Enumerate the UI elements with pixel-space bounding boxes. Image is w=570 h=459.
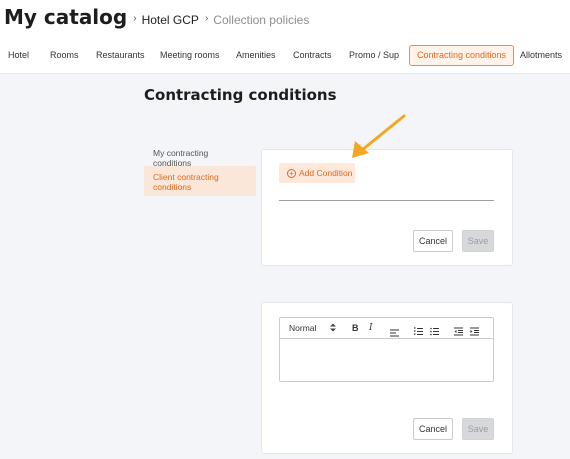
chevron-right-icon: › xyxy=(133,13,137,24)
breadcrumb: My catalog › Hotel GCP › Collection poli… xyxy=(4,5,309,29)
breadcrumb-hotel-link[interactable]: Hotel GCP xyxy=(142,13,199,27)
tab-promo-sup[interactable]: Promo / Sup xyxy=(349,45,399,66)
save-button[interactable]: Save xyxy=(462,230,494,252)
breadcrumb-current: Collection policies xyxy=(213,13,310,27)
tab-meeting-rooms[interactable]: Meeting rooms xyxy=(160,45,220,66)
page-title: Contracting conditions xyxy=(144,86,337,104)
indent-icon[interactable] xyxy=(470,323,479,343)
plus-circle-icon: + xyxy=(287,168,296,178)
cancel-button[interactable]: Cancel xyxy=(413,230,453,252)
catalog-title: My catalog xyxy=(4,5,128,29)
chevron-right-icon: › xyxy=(204,13,209,24)
tab-amenities[interactable]: Amenities xyxy=(236,45,276,66)
sidebar-item-my-contracting-conditions[interactable]: My contracting conditions xyxy=(144,148,256,168)
align-left-icon[interactable] xyxy=(390,324,399,344)
editor-text-area[interactable] xyxy=(280,339,493,382)
bullet-list-icon[interactable] xyxy=(430,323,439,343)
format-select[interactable]: Normal xyxy=(289,318,316,338)
bold-button[interactable]: B xyxy=(352,318,359,338)
editor-cancel-button[interactable]: Cancel xyxy=(413,418,453,440)
select-arrows-icon xyxy=(330,323,336,332)
tab-contracting-conditions[interactable]: Contracting conditions xyxy=(409,45,515,66)
sidebar-item-client-contracting-conditions[interactable]: Client contracting conditions xyxy=(144,166,256,196)
tab-hotel[interactable]: Hotel xyxy=(8,45,29,66)
tab-restaurants[interactable]: Restaurants xyxy=(96,45,145,66)
rich-text-editor: Normal B I xyxy=(279,317,494,382)
tab-bar: Hotel Rooms Restaurants Meeting rooms Am… xyxy=(0,45,570,67)
ordered-list-icon[interactable] xyxy=(414,323,423,343)
outdent-icon[interactable] xyxy=(454,323,463,343)
editor-save-button[interactable]: Save xyxy=(462,418,494,440)
add-condition-label: Add Condition xyxy=(299,168,353,178)
editor-toolbar: Normal B I xyxy=(280,318,493,339)
condition-field-underline xyxy=(279,200,494,201)
tab-contracts[interactable]: Contracts xyxy=(293,45,332,66)
add-condition-button[interactable]: + Add Condition xyxy=(279,163,355,183)
tab-rooms[interactable]: Rooms xyxy=(50,45,79,66)
tab-allotments[interactable]: Allotments xyxy=(520,45,562,66)
app-header: My catalog › Hotel GCP › Collection poli… xyxy=(0,0,570,74)
italic-button[interactable]: I xyxy=(369,318,373,338)
